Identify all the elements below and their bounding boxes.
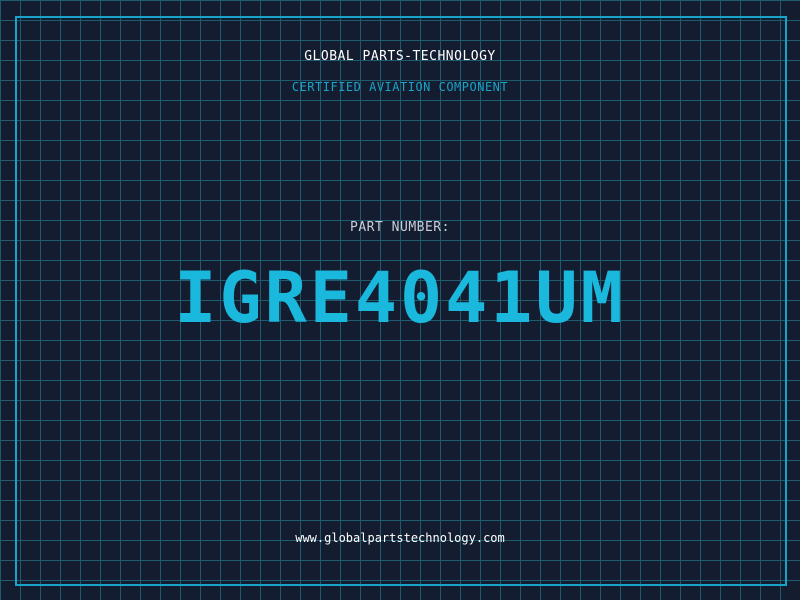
brand-title: GLOBAL PARTS-TECHNOLOGY bbox=[304, 49, 496, 64]
subtitle: CERTIFIED AVIATION COMPONENT bbox=[291, 80, 509, 94]
website-url: www.globalpartstechnology.com bbox=[295, 531, 505, 545]
part-number-label: PART NUMBER: bbox=[350, 220, 450, 235]
part-number-value: IGRE4041UM bbox=[174, 257, 626, 339]
